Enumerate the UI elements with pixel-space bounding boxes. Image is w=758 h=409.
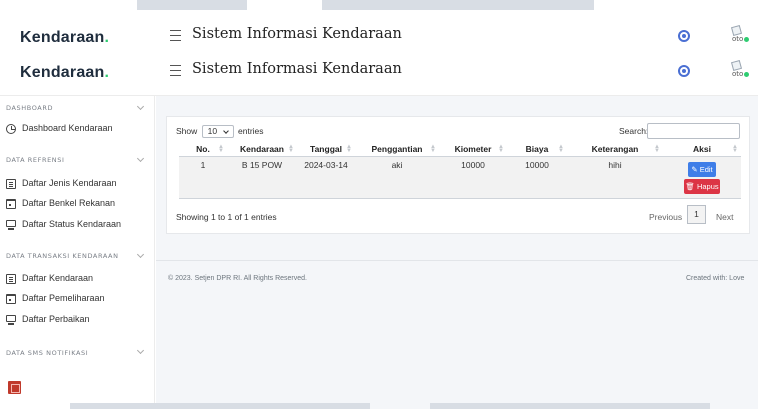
cell-tanggal: 2024-03-14 bbox=[297, 156, 355, 199]
sort-icon: ▲ ▼ bbox=[558, 144, 564, 154]
search-control: Search: bbox=[619, 123, 740, 139]
datatable-card: Show 10 entries Search: No. ▲ ▼ Kendaraan ▲… bbox=[166, 116, 750, 234]
cell-penggantian: aki bbox=[355, 156, 439, 199]
online-status-dot bbox=[744, 72, 749, 77]
previous-page-button[interactable]: Previous bbox=[649, 212, 682, 222]
delete-button[interactable]: 🗑 Hapus bbox=[684, 178, 720, 194]
user-avatar[interactable]: oto bbox=[728, 24, 750, 45]
search-input[interactable] bbox=[647, 123, 740, 139]
column-header-tanggal[interactable]: Tanggal ▲ ▼ bbox=[297, 143, 355, 157]
entries-length-control: Show 10 entries bbox=[176, 125, 264, 138]
settings-gear-icon[interactable] bbox=[678, 65, 690, 77]
table-header-row: No. ▲ ▼ Kendaraan ▲ ▼ Tanggal ▲ ▼ Penggantian ▲… bbox=[179, 143, 741, 157]
app-title: Sistem Informasi Kendaraan bbox=[192, 61, 402, 77]
sidebar-section-data-transaksi-kendaraan[interactable]: DATA TRANSAKSI KENDARAAN bbox=[6, 252, 119, 260]
sidebar-item-daftar-status-kendaraan[interactable]: Daftar Status Kendaraan bbox=[6, 219, 151, 235]
column-header-keterangan[interactable]: Keterangan ▲ ▼ bbox=[567, 143, 663, 157]
page-1-button[interactable]: 1 bbox=[687, 205, 706, 224]
user-avatar[interactable]: oto bbox=[728, 59, 750, 80]
sidebar-item-daftar-benkel-rekanan[interactable]: Daftar Benkel Rekanan bbox=[6, 198, 151, 214]
sidebar-item-daftar-kendaraan[interactable]: Daftar Kendaraan bbox=[6, 273, 151, 289]
edit-button[interactable]: ✎ Edit bbox=[688, 161, 716, 177]
data-table: No. ▲ ▼ Kendaraan ▲ ▼ Tanggal ▲ ▼ Penggantian ▲… bbox=[179, 143, 741, 199]
footer-divider bbox=[156, 260, 758, 261]
table-row: 1 B 15 POW 2024-03-14 aki 10000 10000 hi… bbox=[179, 156, 741, 199]
sidebar-item-daftar-jenis-kendaraan[interactable]: Daftar Jenis Kendaraan bbox=[6, 178, 151, 194]
sidebar-section-data-sms-notifikasi[interactable]: DATA SMS NOTIFIKASI bbox=[6, 349, 88, 357]
sidebar-item-daftar-perbaikan[interactable]: Daftar Perbaikan bbox=[6, 314, 151, 330]
sort-icon: ▲ ▼ bbox=[430, 144, 436, 154]
sort-icon: ▲ ▼ bbox=[288, 144, 294, 154]
settings-gear-icon[interactable] bbox=[678, 30, 690, 42]
cell-keterangan: hihi bbox=[567, 156, 663, 199]
avatar-alt-text: oto bbox=[732, 70, 744, 78]
avatar-alt-text: oto bbox=[732, 35, 744, 43]
dashboard-icon bbox=[6, 124, 16, 134]
chevron-down-icon[interactable] bbox=[136, 102, 145, 111]
calendar-icon bbox=[6, 294, 16, 304]
app-corner-icon[interactable] bbox=[8, 381, 21, 394]
table-info: Showing 1 to 1 of 1 entries bbox=[176, 212, 277, 222]
cell-no: 1 bbox=[179, 156, 227, 199]
chevron-down-icon[interactable] bbox=[136, 250, 145, 259]
sidebar-item-dashboard-kendaraan[interactable]: Dashboard Kendaraan bbox=[6, 123, 151, 139]
brand-logo[interactable]: Kendaraan. bbox=[20, 29, 109, 47]
column-header-penggantian[interactable]: Penggantian ▲ ▼ bbox=[355, 143, 439, 157]
document-icon bbox=[6, 274, 16, 284]
online-status-dot bbox=[744, 37, 749, 42]
chevron-down-icon[interactable] bbox=[136, 346, 145, 355]
entries-select[interactable]: 10 bbox=[201, 125, 234, 138]
top-navbar: Kendaraan. Sistem Informasi Kendaraan ot… bbox=[0, 52, 758, 96]
sort-icon: ▲ ▼ bbox=[732, 144, 738, 154]
sort-icon: ▲ ▼ bbox=[654, 144, 660, 154]
sidebar: DASHBOARD Dashboard Kendaraan DATA REFRE… bbox=[0, 96, 155, 409]
column-header-aksi[interactable]: Aksi ▲ ▼ bbox=[663, 143, 741, 157]
footer-credit: Created with: Love bbox=[686, 275, 745, 282]
cell-kilometer: 10000 bbox=[439, 156, 507, 199]
monitor-icon bbox=[6, 315, 16, 325]
calendar-icon bbox=[6, 199, 16, 209]
sidebar-item-daftar-pemeliharaan[interactable]: Daftar Pemeliharaan bbox=[6, 293, 151, 309]
hamburger-menu-icon[interactable] bbox=[170, 30, 181, 42]
cell-biaya: 10000 bbox=[507, 156, 567, 199]
chevron-down-icon[interactable] bbox=[136, 154, 145, 163]
hamburger-menu-icon[interactable] bbox=[170, 65, 181, 77]
sort-icon: ▲ ▼ bbox=[218, 144, 224, 154]
bottom-strip-mark bbox=[70, 403, 370, 409]
cell-aksi: ✎ Edit 🗑 Hapus bbox=[663, 156, 741, 199]
bottom-strip-mark bbox=[430, 403, 710, 409]
footer-copyright: © 2023. Setjen DPR RI. All Rights Reserv… bbox=[168, 275, 307, 282]
app-title: Sistem Informasi Kendaraan bbox=[192, 26, 402, 42]
document-icon bbox=[6, 179, 16, 189]
column-header-biaya[interactable]: Biaya ▲ ▼ bbox=[507, 143, 567, 157]
brand-logo[interactable]: Kendaraan. bbox=[20, 64, 109, 82]
top-strip-mark bbox=[137, 0, 247, 10]
bottom-strip bbox=[0, 403, 758, 409]
top-strip bbox=[0, 0, 758, 10]
sort-icon: ▲ ▼ bbox=[498, 144, 504, 154]
column-header-kendaraan[interactable]: Kendaraan ▲ ▼ bbox=[227, 143, 297, 157]
cell-kendaraan: B 15 POW bbox=[227, 156, 297, 199]
column-header-kilometer[interactable]: Kiometer ▲ ▼ bbox=[439, 143, 507, 157]
top-strip-mark bbox=[322, 0, 594, 10]
main-content: Show 10 entries Search: No. ▲ ▼ Kendaraan ▲… bbox=[156, 96, 758, 409]
next-page-button[interactable]: Next bbox=[716, 212, 733, 222]
sidebar-section-data-refrensi[interactable]: DATA REFRENSI bbox=[6, 156, 65, 164]
column-header-no[interactable]: No. ▲ ▼ bbox=[179, 143, 227, 157]
monitor-icon bbox=[6, 220, 16, 230]
sidebar-section-dashboard[interactable]: DASHBOARD bbox=[6, 104, 53, 112]
sort-icon: ▲ ▼ bbox=[346, 144, 352, 154]
